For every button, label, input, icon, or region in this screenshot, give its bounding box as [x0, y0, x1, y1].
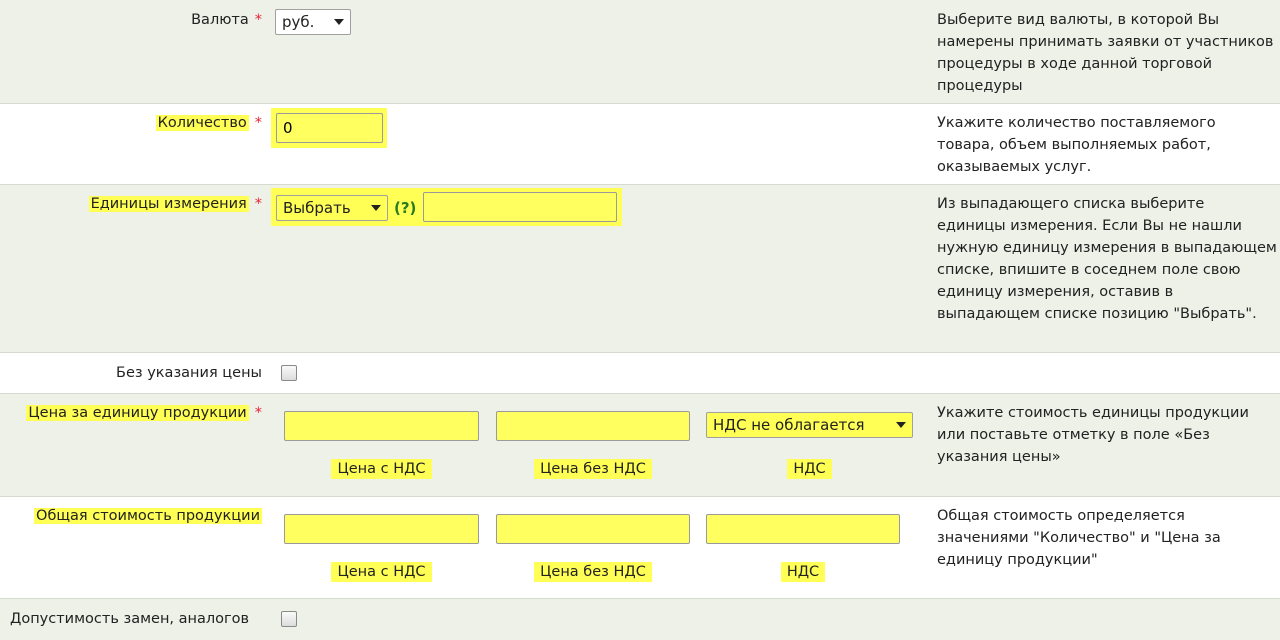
units-label-text: Единицы измерения — [88, 196, 249, 212]
quantity-help: Укажите количество поставляемого товара,… — [937, 115, 1216, 175]
total-label-text: Общая стоимость продукции — [34, 508, 262, 524]
quantity-label: Количество * — [155, 113, 262, 133]
total-with-vat-input[interactable] — [284, 514, 479, 544]
required-mark: * — [254, 115, 262, 131]
quantity-label-text: Количество — [155, 115, 249, 131]
unit-price-label: Цена за единицу продукции * — [26, 403, 262, 423]
chevron-down-icon — [896, 422, 906, 428]
units-custom-input[interactable] — [423, 192, 617, 222]
total-help: Общая стоимость определяется значениями … — [937, 508, 1221, 568]
substitutes-checkbox[interactable] — [281, 611, 297, 627]
sub-label: Цена без НДС — [534, 562, 652, 582]
total-sub-with-vat: Цена с НДС — [284, 561, 479, 583]
vat-select-value: НДС не облагается — [713, 416, 865, 434]
sub-label: Цена с НДС — [331, 562, 432, 582]
total-sub-vat: НДС — [706, 561, 900, 583]
sub-label: Цена с НДС — [331, 459, 432, 479]
total-without-vat-input[interactable] — [496, 514, 690, 544]
unit-price-row: Цена за единицу продукции * НДС не облага… — [0, 393, 1280, 496]
chevron-down-icon — [371, 205, 381, 211]
unit-price-sub-with-vat: Цена с НДС — [284, 458, 479, 480]
currency-help: Выберите вид валюты, в которой Вы намере… — [937, 12, 1274, 94]
sub-label: Цена без НДС — [534, 459, 652, 479]
units-select-value: Выбрать — [283, 199, 351, 217]
sub-label: НДС — [787, 459, 832, 479]
no-price-row: Без указания цены — [0, 352, 1280, 393]
quantity-input[interactable] — [276, 113, 383, 143]
no-price-label: Без указания цены — [116, 365, 262, 381]
substitutes-row: Допустимость замен, аналогов — [0, 598, 1280, 640]
unit-price-without-vat-input[interactable] — [496, 411, 690, 441]
chevron-down-icon — [334, 19, 344, 25]
total-vat-input[interactable] — [706, 514, 900, 544]
total-sub-without-vat: Цена без НДС — [496, 561, 690, 583]
vat-select[interactable]: НДС не облагается — [706, 412, 913, 438]
unit-price-with-vat-input[interactable] — [284, 411, 479, 441]
currency-row: Валюта * руб. Выберите вид валюты, в кото… — [0, 0, 1280, 103]
required-mark: * — [254, 196, 262, 212]
no-price-checkbox[interactable] — [281, 365, 297, 381]
units-row: Единицы измерения * Выбрать (?) Из выпада… — [0, 184, 1280, 352]
unit-price-label-text: Цена за единицу продукции — [26, 405, 249, 421]
required-mark: * — [254, 12, 262, 28]
currency-label: Валюта * — [191, 10, 262, 30]
total-label: Общая стоимость продукции — [34, 506, 262, 526]
currency-select-value: руб. — [282, 13, 315, 31]
substitutes-label: Допустимость замен, аналогов — [10, 611, 250, 627]
currency-label-text: Валюта — [191, 12, 249, 28]
units-help-link[interactable]: (?) — [394, 199, 416, 217]
total-row: Общая стоимость продукции Цена с НДС Цен… — [0, 496, 1280, 598]
sub-label: НДС — [780, 562, 826, 582]
currency-select[interactable]: руб. — [275, 9, 351, 35]
unit-price-sub-vat: НДС — [706, 458, 913, 480]
units-label: Единицы измерения * — [88, 194, 262, 214]
required-mark: * — [254, 405, 262, 421]
units-help: Из выпадающего списка выберите единицы и… — [937, 196, 1277, 322]
unit-price-help: Укажите стоимость единицы продукции или … — [937, 405, 1249, 465]
unit-price-sub-without-vat: Цена без НДС — [496, 458, 690, 480]
quantity-row: Количество * Укажите количество поставляе… — [0, 103, 1280, 184]
units-select[interactable]: Выбрать — [276, 195, 388, 221]
